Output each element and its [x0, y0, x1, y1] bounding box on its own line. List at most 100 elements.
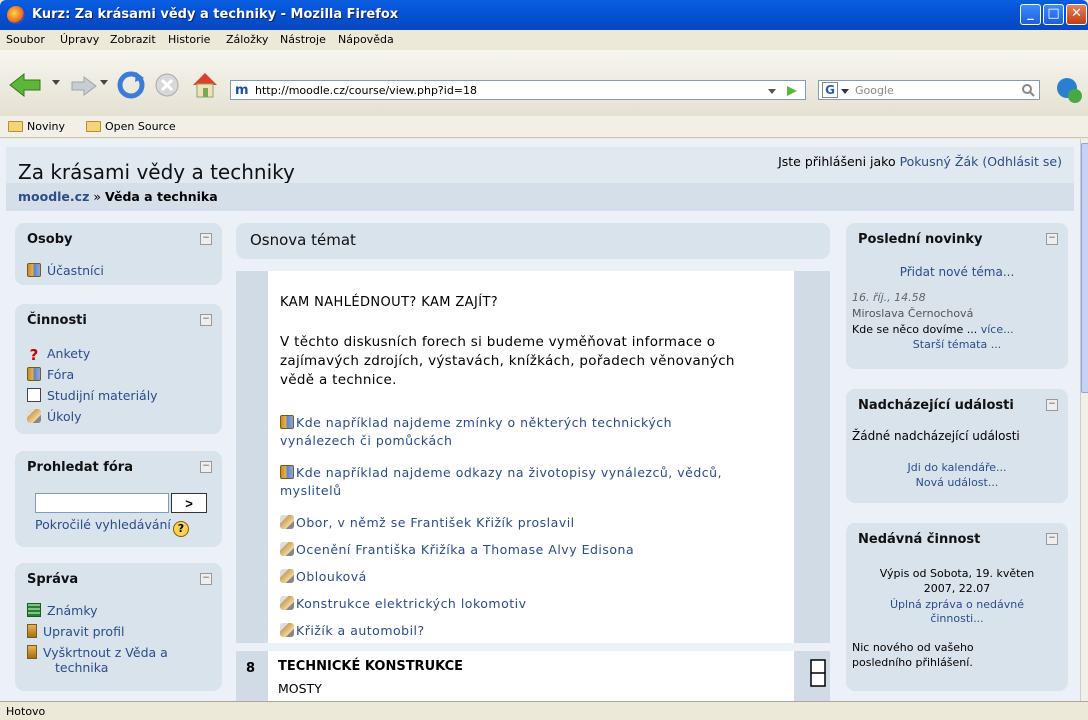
link-label: Vyškrtnout z Věda a	[43, 645, 168, 660]
section-8-content: TECHNICKÉ KONSTRUKCE MOSTY	[268, 651, 794, 701]
calendar-link[interactable]: Jdi do kalendáře...	[846, 461, 1068, 474]
vertical-scrollbar[interactable]	[1080, 139, 1088, 701]
help-icon[interactable]: ?	[172, 521, 189, 537]
search-placeholder[interactable]: Google	[855, 84, 894, 97]
menu-history[interactable]: Historie	[168, 33, 210, 46]
stop-icon[interactable]	[154, 72, 180, 98]
link-label: Oblouková	[296, 569, 367, 584]
search-bar[interactable]: G Google	[818, 80, 1040, 100]
activity-forums[interactable]: Fóra	[27, 367, 74, 382]
full-report-link-line2[interactable]: činnosti...	[846, 612, 1068, 625]
url-text[interactable]: http://moodle.cz/course/view.php?id=18	[255, 84, 477, 97]
back-icon[interactable]	[6, 70, 46, 100]
assignment-krizik-edison[interactable]: Ocenění Františka Křižíka a Thomase Alvy…	[280, 542, 634, 557]
menu-view[interactable]: Zobrazit	[110, 33, 156, 46]
search-engine-icon[interactable]: G	[822, 82, 838, 98]
topic-forum-inventions-line2[interactable]: vynálezech či pomůckách	[280, 433, 452, 448]
forum-search-input[interactable]	[35, 493, 169, 513]
assignment-locomotives[interactable]: Konstrukce elektrických lokomotiv	[280, 596, 527, 611]
home-icon[interactable]	[190, 70, 220, 100]
block-title: Poslední novinky	[858, 232, 983, 247]
full-report-link[interactable]: Úplná zpráva o nedávné	[846, 598, 1068, 611]
admin-grades[interactable]: Známky	[27, 603, 98, 618]
search-go-button[interactable]: >	[171, 493, 207, 513]
bookmark-open-source[interactable]: Open Source	[86, 120, 176, 133]
assignment-icon	[280, 515, 294, 529]
link-label: Upravit profil	[43, 624, 125, 639]
addon-icon[interactable]	[1056, 76, 1082, 104]
menu-file[interactable]: Soubor	[6, 33, 45, 46]
bookmark-noviny[interactable]: Noviny	[8, 120, 65, 133]
activity-polls[interactable]: ? Ankety	[27, 346, 91, 363]
link-label: Studijní materiály	[47, 388, 158, 403]
user-link[interactable]: Pokusný Žák	[900, 154, 979, 169]
forward-icon[interactable]	[70, 74, 100, 98]
admin-unenrol-line2[interactable]: technika	[55, 660, 108, 675]
topic-forum-inventions[interactable]: Kde například najdeme zmínky o některých…	[280, 415, 672, 430]
maximize-button[interactable]: □	[1043, 4, 1064, 25]
login-info: Jste přihlášeni jako Pokusný Žák (Odhlás…	[778, 154, 1062, 169]
collapse-icon[interactable]: −	[200, 461, 212, 473]
search-engine-dropdown-icon[interactable]	[841, 87, 849, 95]
close-button[interactable]: ✕	[1066, 4, 1087, 25]
link-label: Obor, v němž se František Křižík proslav…	[296, 515, 575, 530]
back-menu-icon[interactable]	[50, 76, 62, 88]
logout-link[interactable]: (Odhlásit se)	[982, 154, 1062, 169]
participants-link[interactable]: Účastníci	[27, 263, 104, 278]
admin-block: Správa − Známky Upravit profil Vyškrtnou…	[15, 563, 222, 691]
collapse-icon[interactable]: −	[1046, 533, 1058, 545]
advanced-search-link[interactable]: Pokročilé vyhledávání?	[35, 517, 189, 537]
link-label: Kde například najdeme odkazy na životopi…	[296, 465, 723, 480]
assignment-arc-lamp[interactable]: Oblouková	[280, 569, 367, 584]
older-topics-link[interactable]: Starší témata ...	[846, 338, 1068, 351]
add-topic-link[interactable]: Přidat nové téma...	[846, 265, 1068, 279]
news-snippet: Kde se něco dovíme ...	[852, 323, 981, 336]
menu-edit[interactable]: Úpravy	[60, 33, 99, 46]
breadcrumb-home[interactable]: moodle.cz	[18, 189, 89, 204]
link-label: Kde například najdeme zmínky o některých…	[296, 415, 673, 430]
new-event-link[interactable]: Nová událost...	[846, 476, 1068, 489]
admin-edit-profile[interactable]: Upravit profil	[27, 624, 124, 639]
reload-icon[interactable]	[116, 70, 146, 100]
news-more-link[interactable]: více...	[981, 323, 1014, 336]
minimize-button[interactable]: _	[1020, 4, 1041, 25]
activity-assignments[interactable]: Úkoly	[27, 409, 81, 424]
block-title: Prohledat fóra	[27, 460, 133, 475]
url-dropdown-icon[interactable]	[767, 86, 777, 96]
scrollbar-thumb[interactable]	[1081, 143, 1088, 393]
status-text: Hotovo	[6, 705, 46, 718]
topic-forum-biographies[interactable]: Kde například najdeme odkazy na životopi…	[280, 465, 722, 480]
forum-search-block: Prohledat fóra − > Pokročilé vyhledávání…	[15, 451, 222, 547]
go-icon[interactable]	[785, 84, 799, 98]
assignment-krizik-car[interactable]: Křižík a automobil?	[280, 623, 425, 638]
news-author: Miroslava Černochová	[852, 307, 974, 320]
folder-icon	[8, 121, 23, 132]
collapse-icon[interactable]: −	[1046, 399, 1058, 411]
forum-icon	[280, 415, 294, 429]
topic-forum-biographies-line2[interactable]: myslitelů	[280, 483, 342, 498]
collapse-icon[interactable]: −	[200, 314, 212, 326]
menu-bookmarks[interactable]: Záložky	[226, 33, 268, 46]
site-favicon: m	[235, 83, 249, 98]
news-block: Poslední novinky − Přidat nové téma... 1…	[846, 223, 1068, 369]
collapse-icon[interactable]: −	[200, 233, 212, 245]
magnifier-icon[interactable]	[1021, 83, 1035, 97]
folder-icon	[86, 121, 101, 132]
assignment-krizik-field[interactable]: Obor, v němž se František Křižík proslav…	[280, 515, 575, 530]
menu-help[interactable]: Nápověda	[338, 33, 394, 46]
collapse-icon[interactable]: −	[1046, 233, 1058, 245]
collapse-icon[interactable]: −	[200, 573, 212, 585]
recent-since-line2: 2007, 22.07	[923, 582, 991, 595]
forward-menu-icon[interactable]	[98, 76, 110, 88]
people-block: Osoby − Účastníci	[15, 223, 222, 285]
unenrol-icon	[27, 645, 37, 659]
menu-tools[interactable]: Nástroje	[280, 33, 326, 46]
show-one-section-icon[interactable]	[810, 659, 826, 687]
recent-since-line1: Výpis od Sobota, 19. květen	[879, 567, 1035, 580]
intro-line: zajímavých zdrojích, výstavách, knížkách…	[280, 353, 735, 369]
admin-unenrol[interactable]: Vyškrtnout z Věda a	[27, 645, 168, 660]
section-0-title: KAM NAHLÉDNOUT? KAM ZAJÍT?	[280, 295, 499, 310]
url-bar[interactable]: m http://moodle.cz/course/view.php?id=18	[230, 80, 806, 100]
assignment-icon	[27, 409, 41, 423]
activity-resources[interactable]: Studijní materiály	[27, 388, 158, 403]
